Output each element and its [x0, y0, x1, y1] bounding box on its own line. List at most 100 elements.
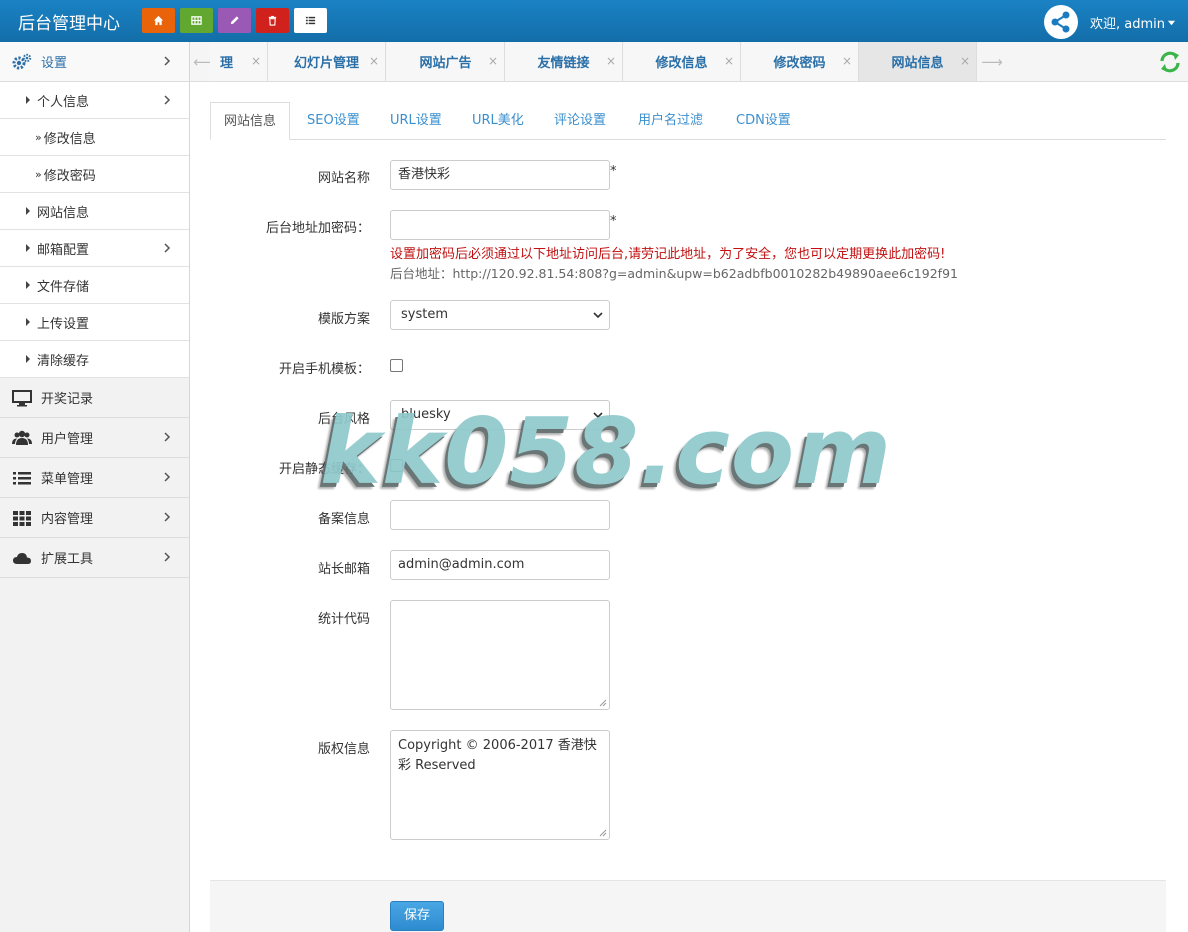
users-icon	[12, 429, 32, 447]
caret-right-icon	[26, 355, 30, 363]
sidebar-item-user-mgmt[interactable]: 用户管理	[0, 418, 189, 458]
admin-email-label: 站长邮箱	[317, 562, 370, 577]
sidebar-item-ext-tools[interactable]: 扩展工具	[0, 538, 189, 578]
save-button[interactable]: 保存	[390, 901, 444, 931]
copyright-label: 版权信息	[317, 742, 370, 757]
subtab-comments[interactable]: 评论设置	[541, 102, 619, 140]
stats-code-textarea[interactable]	[390, 600, 610, 710]
tab-site-info[interactable]: 网站信息 ×	[859, 42, 977, 81]
sidebar-item-label: 修改信息	[43, 131, 96, 147]
sidebar-item-content-mgmt[interactable]: 内容管理	[0, 498, 189, 538]
admin-password-input[interactable]	[390, 210, 610, 240]
top-header: 后台管理中心 欢迎, admin	[0, 0, 1188, 42]
template-select[interactable]: system	[390, 300, 610, 330]
sidebar-item-lottery-records[interactable]: 开奖记录	[0, 378, 189, 418]
grid-icon	[191, 16, 202, 25]
share-network-icon	[1051, 11, 1070, 33]
icp-label: 备案信息	[317, 512, 370, 527]
caret-right-icon	[26, 281, 30, 289]
sidebar-item-menu-mgmt[interactable]: 菜单管理	[0, 458, 189, 498]
delete-button[interactable]	[256, 8, 289, 33]
sidebar-item-edit-info[interactable]: » 修改信息	[0, 119, 189, 156]
sidebar-item-label: 内容管理	[41, 512, 94, 527]
chevron-right-icon	[164, 243, 171, 253]
cloud-icon	[12, 549, 32, 567]
resize-handle-icon[interactable]	[599, 829, 607, 837]
tab-label: 修改信息	[655, 56, 708, 71]
tab-slides[interactable]: 幻灯片管理 ×	[268, 42, 386, 81]
settings-subtabs: 网站信息 SEO设置 URL设置 URL美化 评论设置 用户名过滤 CDN设置	[210, 102, 1166, 140]
refresh-icon[interactable]	[1158, 50, 1182, 74]
avatar	[1044, 5, 1078, 39]
stats-code-label: 统计代码	[317, 612, 370, 627]
tab-label: 修改密码	[773, 56, 826, 71]
template-select-value: system	[401, 307, 448, 322]
close-icon[interactable]: ×	[724, 54, 734, 68]
main-content: 网站信息 SEO设置 URL设置 URL美化 评论设置 用户名过滤 CDN设置 …	[210, 102, 1166, 840]
chevron-right-icon	[164, 432, 171, 442]
sidebar-item-label: 清除缓存	[37, 353, 90, 369]
resize-handle-icon[interactable]	[599, 699, 607, 707]
mobile-template-label: 开启手机模板：	[278, 362, 370, 377]
chevron-right-icon	[164, 512, 171, 522]
close-icon[interactable]: ×	[960, 54, 970, 68]
subtab-url[interactable]: URL设置	[377, 102, 455, 140]
close-icon[interactable]: ×	[842, 54, 852, 68]
tab-ads[interactable]: 网站广告 ×	[387, 42, 505, 81]
caret-right-icon	[26, 207, 30, 215]
sidebar-item-site-info[interactable]: 网站信息	[0, 193, 189, 230]
sidebar-item-upload-settings[interactable]: 上传设置	[0, 304, 189, 341]
sidebar-item-label: 扩展工具	[41, 552, 94, 567]
sidebar-item-label: 开奖记录	[41, 392, 94, 407]
form-actions-bar: 保存	[210, 880, 1166, 932]
user-menu[interactable]: 欢迎, admin	[1044, 5, 1176, 39]
sidebar-item-clear-cache[interactable]: 清除缓存	[0, 341, 189, 378]
sidebar-item-label: 修改密码	[43, 168, 96, 184]
sidebar-item-edit-password[interactable]: » 修改密码	[0, 156, 189, 193]
sidebar-item-settings[interactable]: 设置	[0, 42, 189, 82]
subtab-site-info[interactable]: 网站信息	[210, 102, 291, 140]
tab-links[interactable]: 友情链接 ×	[505, 42, 623, 81]
tab-partial[interactable]: 理 ×	[210, 42, 268, 81]
quick-actions	[142, 8, 327, 33]
tab-edit-password[interactable]: 修改密码 ×	[741, 42, 859, 81]
tab-label: 网站广告	[419, 56, 472, 71]
subtab-url-rewrite[interactable]: URL美化	[459, 102, 537, 140]
sidebar-item-label: 设置	[41, 56, 68, 71]
site-name-input[interactable]: 香港快彩	[390, 160, 610, 190]
copyright-textarea[interactable]: Copyright © 2006-2017 香港快彩 Reserved	[390, 730, 610, 840]
welcome-text: 欢迎, admin	[1090, 16, 1165, 32]
chevron-right-icon	[164, 552, 171, 562]
close-icon[interactable]: ×	[251, 54, 261, 68]
tab-scroll-right[interactable]: ⟶	[978, 42, 1006, 81]
grid-button[interactable]	[180, 8, 213, 33]
home-button[interactable]	[142, 8, 175, 33]
watermark-text: kk058.com	[320, 398, 892, 505]
subtab-username-filter[interactable]: 用户名过滤	[625, 102, 716, 140]
sidebar-item-file-storage[interactable]: 文件存储	[0, 267, 189, 304]
template-label: 模版方案	[317, 312, 370, 327]
caret-right-icon	[26, 318, 30, 326]
brand-title: 后台管理中心	[18, 14, 120, 34]
tab-edit-info[interactable]: 修改信息 ×	[623, 42, 741, 81]
close-icon[interactable]: ×	[606, 54, 616, 68]
list-icon	[12, 469, 32, 487]
tab-label: 友情链接	[537, 56, 590, 71]
required-mark: *	[610, 214, 617, 229]
sidebar-item-label: 上传设置	[37, 316, 90, 332]
sidebar-item-profile[interactable]: 个人信息	[0, 82, 189, 119]
pencil-icon	[230, 16, 239, 25]
required-mark: *	[610, 164, 617, 179]
sidebar-item-label: 用户管理	[41, 432, 94, 447]
close-icon[interactable]: ×	[369, 54, 379, 68]
caret-right-icon	[26, 244, 30, 252]
sidebar-item-mail-config[interactable]: 邮箱配置	[0, 230, 189, 267]
close-icon[interactable]: ×	[488, 54, 498, 68]
admin-email-input[interactable]: admin@admin.com	[390, 550, 610, 580]
subtab-seo[interactable]: SEO设置	[294, 102, 373, 140]
edit-button[interactable]	[218, 8, 251, 33]
mobile-template-checkbox[interactable]	[390, 359, 403, 372]
grid-icon	[12, 509, 32, 527]
list-button[interactable]	[294, 8, 327, 33]
subtab-cdn[interactable]: CDN设置	[723, 102, 804, 140]
